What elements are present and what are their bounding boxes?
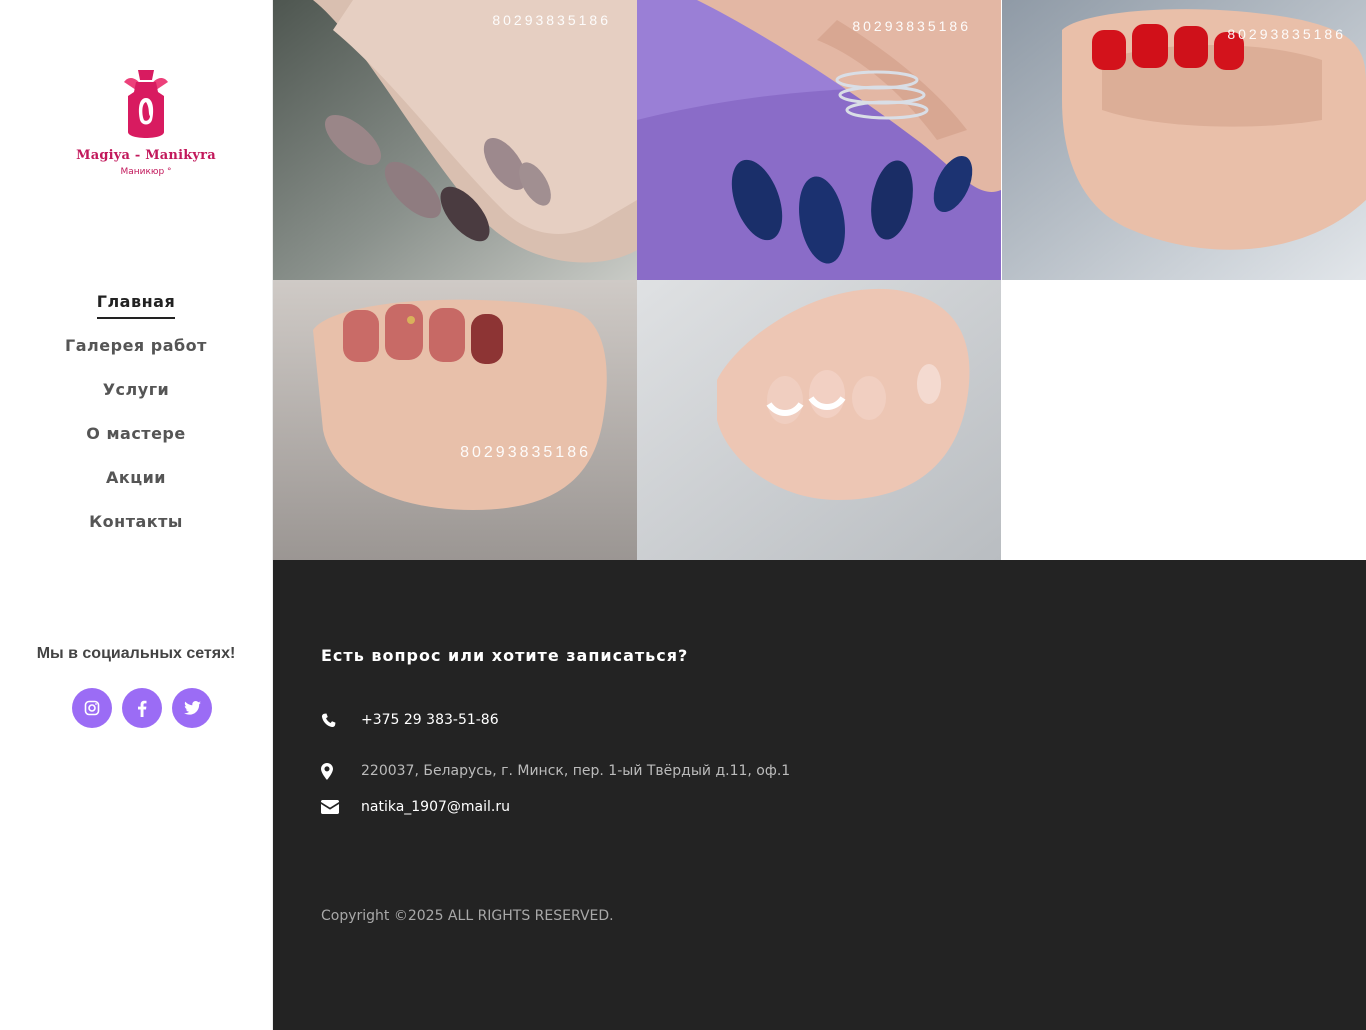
nav-item-contacts[interactable]: Контакты: [0, 508, 272, 552]
watermark: 80293835186: [852, 18, 971, 34]
email-link[interactable]: natika_1907@mail.ru: [361, 799, 510, 815]
gallery-photo: [273, 280, 637, 560]
nail-polish-logo-icon: [124, 70, 168, 138]
sidebar: Magiya - Manikyra Маникюр ° Главная Гале…: [0, 0, 273, 1030]
gallery-item[interactable]: [637, 280, 1001, 560]
gallery-photo: [637, 0, 1001, 280]
main-nav: Главная Галерея работ Услуги О мастере А…: [0, 288, 272, 552]
watermark: 80293835186: [492, 12, 611, 28]
address-row: 220037, Беларусь, г. Минск, пер. 1-ый Тв…: [321, 759, 790, 783]
map-pin-icon: [321, 762, 333, 780]
gallery-item[interactable]: 80293835186: [637, 0, 1001, 280]
nav-item-label: Главная: [96, 288, 176, 319]
instagram-icon: [84, 700, 100, 716]
nav-item-label: Акции: [105, 468, 167, 487]
social-links: [72, 688, 232, 728]
phone-link[interactable]: +375 29 383-51-86: [361, 712, 499, 728]
brand-tagline: Маникюр °: [120, 167, 172, 177]
gallery-grid: 80293835186 80293835186 80293835186 8029…: [273, 0, 1366, 560]
phone-row: +375 29 383-51-86: [321, 708, 499, 732]
contact-title: Есть вопрос или хотите записаться?: [321, 646, 689, 665]
gallery-item[interactable]: 80293835186: [273, 0, 637, 280]
brand-name: Magiya - Manikyra: [76, 148, 216, 163]
watermark: 80293835186: [460, 444, 591, 461]
gallery-photo: [637, 280, 1001, 560]
gallery-photo: [273, 0, 637, 280]
twitter-button[interactable]: [172, 688, 212, 728]
copyright: Copyright ©2025 ALL RIGHTS RESERVED.: [321, 908, 614, 924]
nav-item-label: Галерея работ: [65, 336, 207, 355]
nav-item-gallery[interactable]: Галерея работ: [0, 332, 272, 376]
nav-item-promotions[interactable]: Акции: [0, 464, 272, 508]
gallery-item[interactable]: 80293835186: [273, 280, 637, 560]
gallery-item[interactable]: 80293835186: [1002, 0, 1366, 280]
contact-section: Есть вопрос или хотите записаться? +375 …: [273, 560, 1366, 1030]
nav-item-label: Контакты: [89, 512, 183, 531]
nav-item-about[interactable]: О мастере: [0, 420, 272, 464]
address-text: 220037, Беларусь, г. Минск, пер. 1-ый Тв…: [361, 763, 791, 779]
phone-icon: [321, 712, 336, 727]
instagram-button[interactable]: [72, 688, 112, 728]
email-row: natika_1907@mail.ru: [321, 795, 510, 819]
nav-item-home[interactable]: Главная: [0, 288, 272, 332]
social-title: Мы в социальных сетях!: [36, 645, 236, 662]
nav-item-label: О мастере: [86, 424, 186, 443]
gallery-photo: [1002, 0, 1366, 280]
watermark: 80293835186: [1227, 26, 1346, 42]
nav-item-services[interactable]: Услуги: [0, 376, 272, 420]
envelope-icon: [321, 800, 339, 814]
twitter-icon: [183, 701, 201, 715]
nav-item-label: Услуги: [102, 380, 170, 399]
logo[interactable]: Magiya - Manikyra Маникюр °: [66, 70, 226, 200]
facebook-button[interactable]: [122, 688, 162, 728]
facebook-icon: [138, 700, 147, 717]
